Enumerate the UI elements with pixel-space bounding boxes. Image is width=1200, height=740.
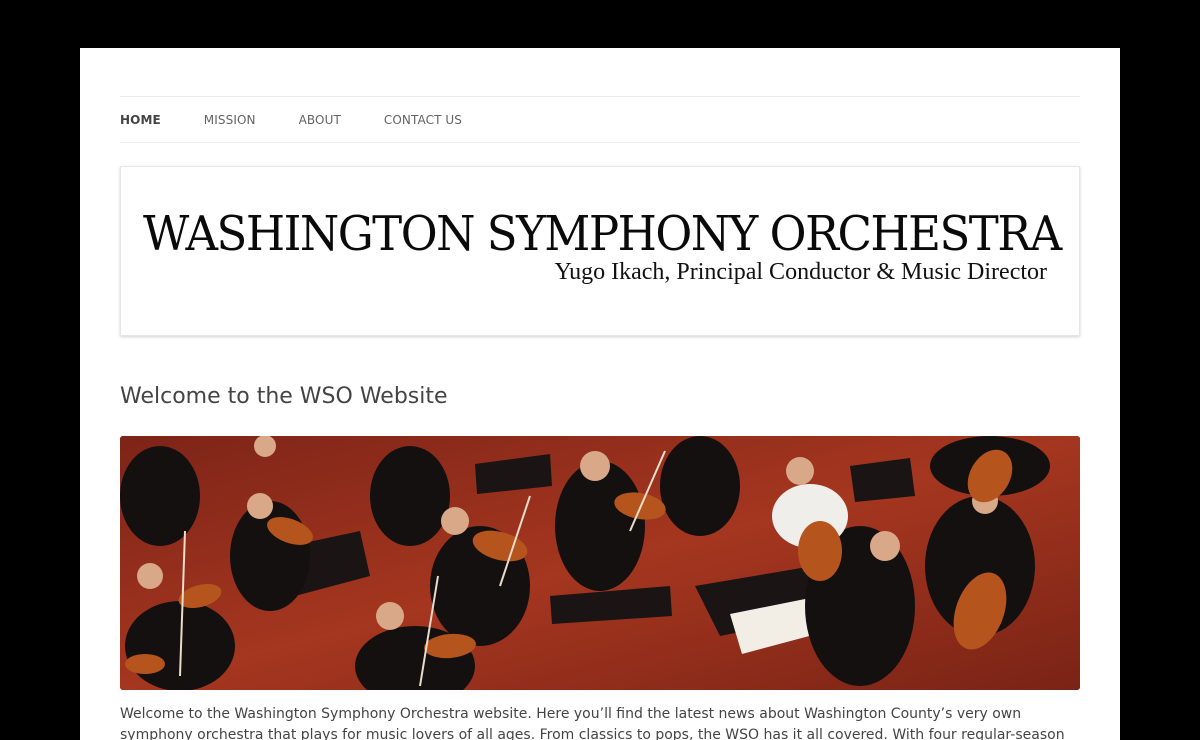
post-title[interactable]: Welcome to the WSO Website [120, 384, 448, 409]
nav-item-mission[interactable]: MISSION [204, 113, 256, 127]
orchestra-photo [120, 436, 1080, 690]
nav-item-contact-us[interactable]: CONTACT US [384, 113, 462, 127]
nav-item-home[interactable]: HOME [120, 113, 161, 127]
post-body-text: Welcome to the Washington Symphony Orche… [120, 706, 1065, 740]
nav-item-about[interactable]: ABOUT [299, 113, 341, 127]
orchestra-photo-illustration [120, 436, 1080, 690]
page-container: HOME MISSION ABOUT CONTACT US WASHINGTON… [80, 48, 1120, 740]
header-banner[interactable]: WASHINGTON SYMPHONY ORCHESTRA Yugo Ikach… [120, 166, 1080, 336]
site-title: WASHINGTON SYMPHONY ORCHESTRA [143, 205, 1062, 262]
site-subtitle: Yugo Ikach, Principal Conductor & Music … [554, 259, 1047, 285]
main-navigation: HOME MISSION ABOUT CONTACT US [120, 96, 1080, 143]
